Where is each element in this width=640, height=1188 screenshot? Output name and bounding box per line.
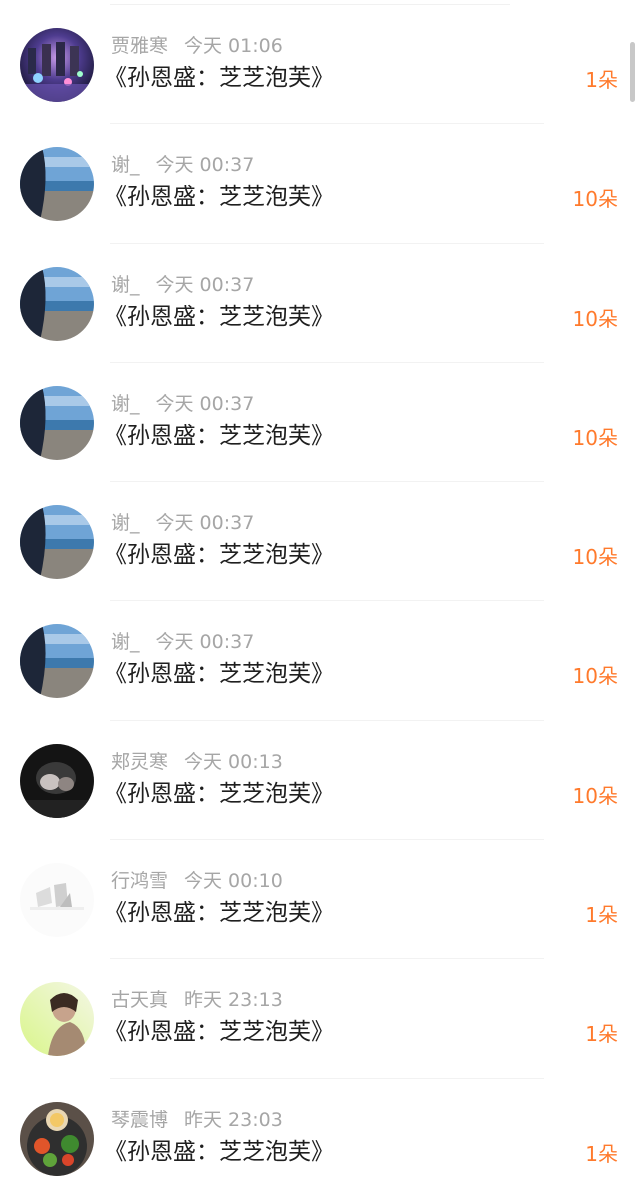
gift-amount: 1朵 [585, 1022, 618, 1047]
avatar[interactable] [20, 505, 94, 580]
avatar[interactable] [20, 266, 94, 341]
sender-meta: 古天真 昨天 23:13 [111, 989, 283, 1011]
sent-time: 今天 01:06 [184, 35, 283, 57]
avatar[interactable] [20, 624, 94, 699]
work-title: 《孙恩盛：芝芝泡芙》 [104, 780, 334, 807]
list-item[interactable]: 谢_ 今天 00:37 《孙恩盛：芝芝泡芙》 10朵 [0, 244, 640, 363]
gift-amount: 1朵 [585, 68, 618, 92]
avatar[interactable] [20, 982, 94, 1057]
avatar[interactable] [20, 1101, 94, 1176]
work-title: 《孙恩盛：芝芝泡芙》 [104, 65, 334, 91]
sent-time: 今天 00:37 [155, 154, 255, 177]
sender-name: 贾雅寒 [111, 35, 169, 57]
sender-meta: 谢_ 今天 00:37 [111, 512, 254, 534]
list-item[interactable]: 谢_ 今天 00:37 《孙恩盛：芝芝泡芙》 10朵 [0, 482, 640, 602]
list-item[interactable]: 谢_ 今天 00:37 《孙恩盛：芝芝泡芙》 10朵 [0, 601, 640, 721]
sender-meta: 琴震博 昨天 23:03 [111, 1109, 283, 1131]
list-item[interactable]: 郏灵寒 今天 00:13 《孙恩盛：芝芝泡芙》 10朵 [0, 721, 640, 841]
avatar[interactable] [20, 743, 94, 818]
avatar[interactable] [20, 28, 94, 102]
sender-meta: 谢_ 今天 00:37 [111, 393, 254, 415]
gift-amount: 10朵 [572, 187, 618, 212]
sender-meta: 谢_ 今天 00:37 [111, 154, 254, 176]
sent-time: 今天 00:13 [184, 750, 283, 773]
work-title: 《孙恩盛：芝芝泡芙》 [104, 422, 334, 449]
sender-meta: 郏灵寒 今天 00:13 [111, 751, 283, 773]
list-item[interactable]: 贾雅寒 今天 01:06 《孙恩盛：芝芝泡芙》 1朵 [0, 5, 640, 125]
list-item[interactable]: 古天真 昨天 23:13 《孙恩盛：芝芝泡芙》 1朵 [0, 959, 640, 1079]
sent-time: 今天 00:37 [155, 512, 255, 535]
work-title: 《孙恩盛：芝芝泡芙》 [104, 184, 334, 211]
sender-meta: 贾雅寒 今天 01:06 [111, 35, 283, 57]
sent-time: 今天 00:10 [184, 870, 283, 893]
sent-time: 今天 00:37 [155, 273, 255, 296]
gift-list[interactable]: 贾雅寒 今天 01:06 《孙恩盛：芝芝泡芙》 1朵 谢_ 今天 00:37 《孙恩… [0, 5, 640, 1188]
gift-amount: 10朵 [572, 664, 618, 689]
sender-name: 郏灵寒 [111, 750, 169, 773]
sender-name: 谢_ [111, 273, 140, 296]
sent-time: 今天 00:37 [155, 392, 255, 415]
gift-amount: 1朵 [585, 1141, 618, 1166]
work-title: 《孙恩盛：芝芝泡芙》 [104, 900, 334, 927]
avatar[interactable] [20, 863, 94, 938]
gift-amount: 10朵 [572, 425, 618, 450]
sender-meta: 行鸿雪 今天 00:10 [111, 870, 283, 892]
work-title: 《孙恩盛：芝芝泡芙》 [104, 1019, 334, 1046]
sender-name: 谢_ [111, 392, 140, 415]
sender-name: 行鸿雪 [111, 870, 169, 893]
scrollbar[interactable] [630, 42, 635, 102]
gift-amount: 10朵 [572, 306, 618, 331]
list-item[interactable]: 琴震博 昨天 23:03 《孙恩盛：芝芝泡芙》 1朵 [0, 1079, 640, 1188]
avatar[interactable] [20, 385, 94, 460]
sent-time: 昨天 23:03 [184, 1108, 283, 1131]
list-item[interactable]: 谢_ 今天 00:37 《孙恩盛：芝芝泡芙》 10朵 [0, 363, 640, 483]
sender-name: 谢_ [111, 512, 140, 535]
list-item[interactable]: 谢_ 今天 00:37 《孙恩盛：芝芝泡芙》 10朵 [0, 124, 640, 244]
work-title: 《孙恩盛：芝芝泡芙》 [104, 542, 334, 569]
work-title: 《孙恩盛：芝芝泡芙》 [104, 303, 334, 330]
gift-amount: 10朵 [572, 783, 618, 808]
sender-meta: 谢_ 今天 00:37 [111, 274, 254, 296]
gift-record-page: 贾雅寒 今天 01:06 《孙恩盛：芝芝泡芙》 1朵 谢_ 今天 00:37 《孙恩… [0, 0, 640, 1188]
work-title: 《孙恩盛：芝芝泡芙》 [104, 661, 334, 688]
sender-name: 谢_ [111, 631, 140, 654]
sender-meta: 谢_ 今天 00:37 [111, 631, 254, 653]
sender-name: 琴震博 [111, 1108, 169, 1131]
list-item[interactable]: 行鸿雪 今天 00:10 《孙恩盛：芝芝泡芙》 1朵 [0, 840, 640, 960]
sent-time: 昨天 23:13 [184, 989, 283, 1012]
gift-amount: 10朵 [572, 545, 618, 570]
sender-name: 谢_ [111, 154, 140, 177]
sender-name: 古天真 [111, 989, 169, 1012]
sent-time: 今天 00:37 [155, 631, 255, 654]
avatar[interactable] [20, 147, 94, 222]
gift-amount: 1朵 [585, 903, 618, 928]
work-title: 《孙恩盛：芝芝泡芙》 [104, 1138, 334, 1165]
